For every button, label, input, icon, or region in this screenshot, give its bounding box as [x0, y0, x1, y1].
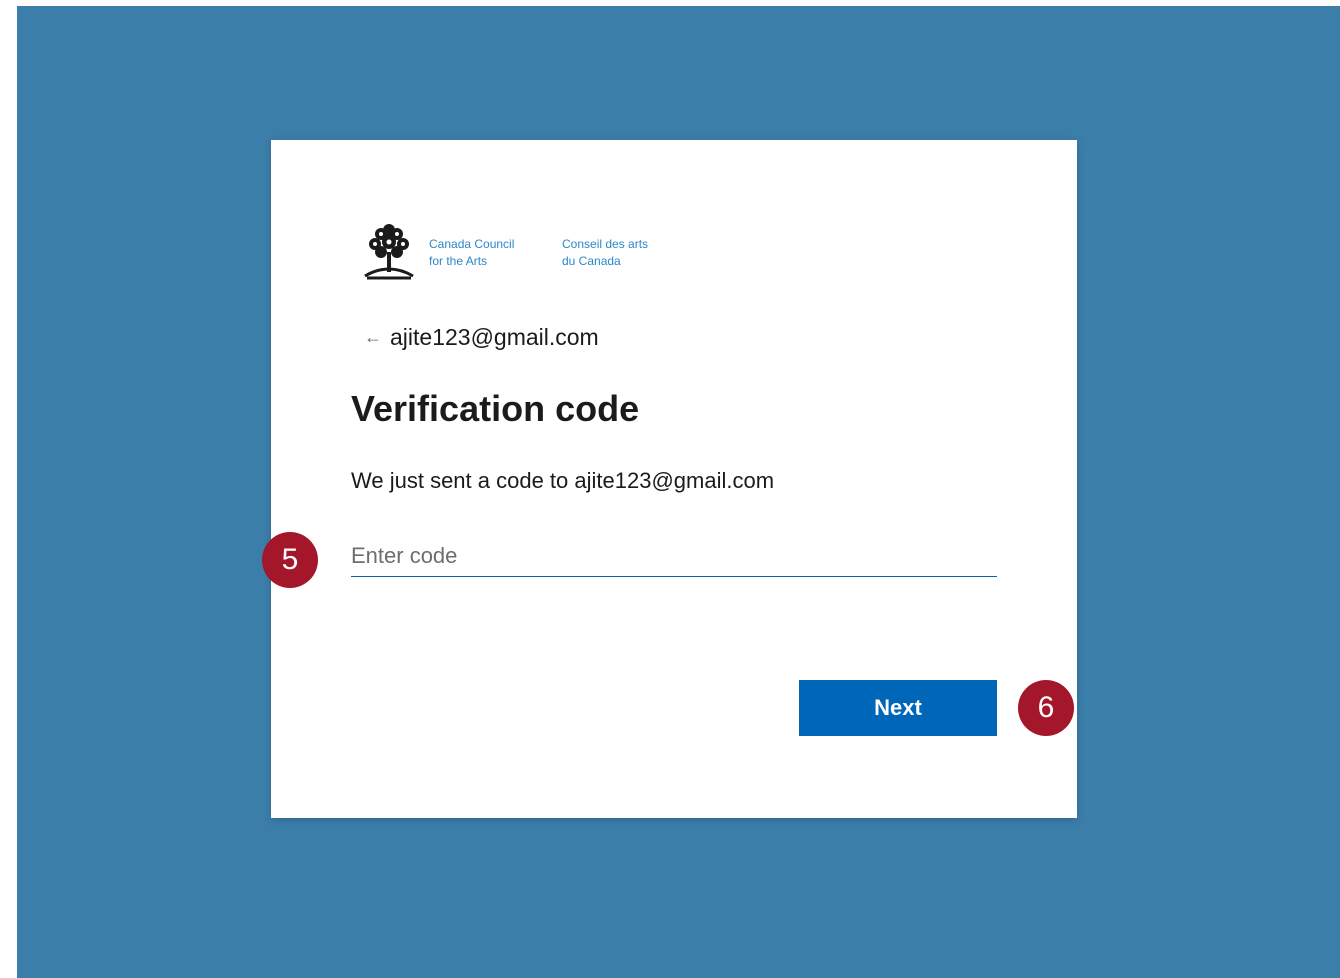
- back-link[interactable]: ← ajite123@gmail.com: [364, 322, 599, 352]
- verification-card: Canada Council for the Arts Conseil des …: [271, 140, 1077, 818]
- next-button[interactable]: Next: [799, 680, 997, 736]
- step-badge-6: 6: [1018, 680, 1074, 736]
- page-title: Verification code: [351, 388, 640, 429]
- account-email: ajite123@gmail.com: [390, 323, 599, 350]
- logo-en-line2: for the Arts: [429, 254, 488, 268]
- logo-fr-line2: du Canada: [562, 254, 621, 268]
- verification-code-input[interactable]: [351, 536, 997, 577]
- verification-description: We just sent a code to ajite123@gmail.co…: [351, 468, 775, 493]
- step-badge-5: 5: [262, 532, 318, 588]
- logo-fr-line1: Conseil des arts: [562, 237, 649, 251]
- tree-icon: [364, 224, 414, 280]
- logo-text-french: Conseil des arts du Canada: [562, 236, 648, 270]
- canada-council-logo: Canada Council for the Arts Conseil des …: [361, 222, 701, 286]
- logo-text-english: Canada Council for the Arts: [429, 236, 514, 270]
- logo-en-line1: Canada Council: [429, 237, 515, 251]
- back-arrow-icon[interactable]: ←: [364, 328, 382, 346]
